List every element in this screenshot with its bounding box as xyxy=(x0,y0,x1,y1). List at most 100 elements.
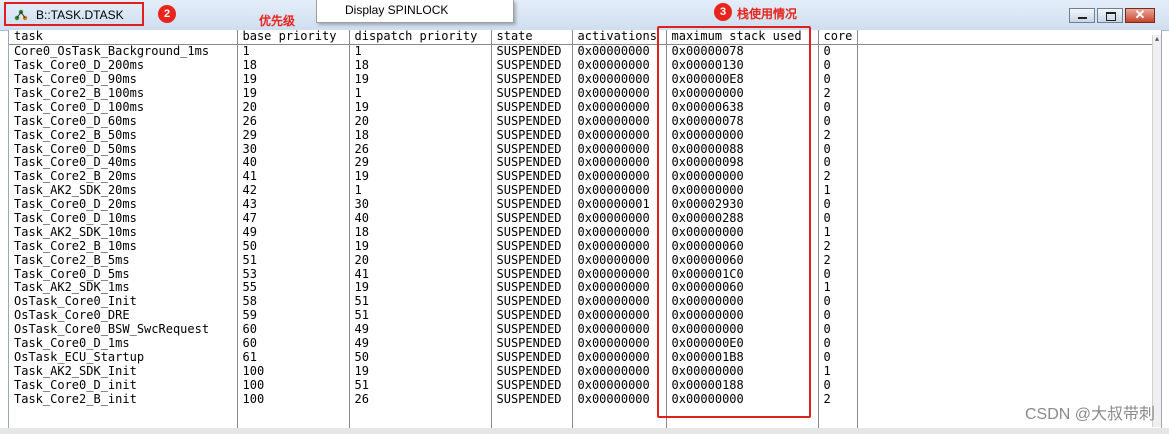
table-row[interactable]: Task_Core0_D_90ms 19 19 SUSPENDED 0x00000000… xyxy=(9,72,1154,87)
table-row[interactable]: Core0_OsTask_Background_1ms 1 1 SUSPENDED 0x… xyxy=(9,44,1154,59)
cell-state: SUSPENDED xyxy=(491,294,573,309)
cell-base-priority: 19 xyxy=(237,72,350,87)
table-row[interactable]: Task_Core2_B_100ms 19 1 SUSPENDED 0x00000000… xyxy=(9,86,1154,101)
cell-task: Task_Core0_D_40ms xyxy=(9,156,238,170)
cell-filler xyxy=(857,239,1154,253)
cell-core: 2 xyxy=(818,128,858,143)
cell-filler xyxy=(857,59,1154,73)
task-table-body: Core0_OsTask_Background_1ms 1 1 SUSPENDED 0x… xyxy=(9,44,1154,433)
table-row[interactable]: Task_Core0_D_1ms 60 49 SUSPENDED 0x00000000 0… xyxy=(9,336,1154,351)
bottom-border xyxy=(0,428,1169,434)
watermark: CSDN @大叔带刺 xyxy=(1024,406,1155,423)
cell-state: SUSPENDED xyxy=(491,364,573,379)
cell-dispatch-priority: 18 xyxy=(349,58,492,73)
table-row[interactable]: Task_Core0_D_20ms 43 30 SUSPENDED 0x00000001… xyxy=(9,197,1154,212)
column-header-task[interactable]: task xyxy=(9,30,238,45)
column-header-dispatch-priority[interactable]: dispatch priority xyxy=(349,30,492,45)
display-spinlock-menu-item[interactable]: Display SPINLOCK xyxy=(345,3,448,17)
cell-task: Task_Core0_D_10ms xyxy=(9,211,238,226)
window-title-bar[interactable]: B::TASK.DTASK 2 优先级 3 栈使用情况 ✕ xyxy=(0,0,1169,31)
table-row[interactable]: Task_AK2_SDK_Init 100 19 SUSPENDED 0x0000000… xyxy=(9,364,1154,379)
cell-activations: 0x00000000 xyxy=(572,267,667,282)
cell-core: 0 xyxy=(818,294,858,309)
cell-activations: 0x00000000 xyxy=(572,239,667,254)
cell-task: OsTask_Core0_BSW_SwcRequest xyxy=(9,322,238,337)
cell-core: 0 xyxy=(818,211,858,226)
table-row[interactable]: OsTask_Core0_Init 58 51 SUSPENDED 0x00000000… xyxy=(9,294,1154,309)
cell-task: Task_Core2_B_5ms xyxy=(9,253,238,268)
table-row[interactable]: Task_Core2_B_10ms 50 19 SUSPENDED 0x00000000… xyxy=(9,239,1154,254)
table-row[interactable]: Task_AK2_SDK_10ms 49 18 SUSPENDED 0x00000000… xyxy=(9,225,1154,240)
cell-state: SUSPENDED xyxy=(491,156,573,170)
cell-filler xyxy=(857,142,1154,156)
cell-base-priority: 41 xyxy=(237,169,350,184)
cell-base-priority: 26 xyxy=(237,114,350,129)
close-icon: ✕ xyxy=(1134,7,1146,22)
table-row[interactable]: Task_Core0_D_60ms 26 20 SUSPENDED 0x00000000… xyxy=(9,114,1154,129)
cell-base-priority: 47 xyxy=(237,211,350,226)
cell-state: SUSPENDED xyxy=(491,378,573,393)
cell-core: 1 xyxy=(818,183,858,198)
cell-state: SUSPENDED xyxy=(491,72,573,87)
cell-core: 0 xyxy=(818,58,858,73)
close-button[interactable]: ✕ xyxy=(1125,7,1155,23)
scroll-up-arrow-icon[interactable]: ▴ xyxy=(1153,35,1161,43)
cell-core: 0 xyxy=(818,142,858,157)
cell-activations: 0x00000000 xyxy=(572,378,667,393)
cell-dispatch-priority: 1 xyxy=(349,44,492,59)
minimize-button[interactable] xyxy=(1069,8,1095,23)
table-row[interactable]: Task_AK2_SDK_20ms 42 1 SUSPENDED 0x00000000 0… xyxy=(9,183,1154,198)
column-header-activations[interactable]: activations xyxy=(572,30,667,45)
cell-core: 2 xyxy=(818,392,858,407)
cell-state: SUSPENDED xyxy=(491,239,573,254)
cell-task: Task_AK2_SDK_Init xyxy=(9,364,238,379)
table-row[interactable]: Task_Core2_B_init 100 26 SUSPENDED 0x0000000… xyxy=(9,392,1154,407)
task-table: task base priority dispatch priority sta… xyxy=(9,30,1154,433)
table-row[interactable]: OsTask_ECU_Startup 61 50 SUSPENDED 0x0000000… xyxy=(9,350,1154,365)
table-row[interactable]: Task_Core0_D_50ms 30 26 SUSPENDED 0x00000000… xyxy=(9,142,1154,157)
cell-base-priority: 50 xyxy=(237,239,350,254)
column-header-core[interactable]: core xyxy=(818,30,858,45)
cell-filler xyxy=(857,100,1154,114)
maximize-icon xyxy=(1106,12,1116,21)
cell-task: Task_Core0_D_1ms xyxy=(9,336,238,351)
column-header-state[interactable]: state xyxy=(491,30,573,45)
column-header-base-priority[interactable]: base priority xyxy=(237,30,350,45)
cell-dispatch-priority: 1 xyxy=(349,86,492,101)
table-row[interactable]: Task_Core2_B_5ms 51 20 SUSPENDED 0x00000000 0… xyxy=(9,253,1154,268)
cell-state: SUSPENDED xyxy=(491,100,573,115)
maximize-button[interactable] xyxy=(1097,8,1123,23)
vertical-scrollbar[interactable]: ▴ xyxy=(1152,35,1161,427)
cell-task: Task_Core2_B_50ms xyxy=(9,128,238,143)
stack-usage-highlight xyxy=(657,26,811,418)
cell-activations: 0x00000000 xyxy=(572,350,667,365)
spinlock-menu-popup[interactable]: Display SPINLOCK xyxy=(316,0,514,23)
cell-task: Task_Core0_D_20ms xyxy=(9,197,238,212)
table-row[interactable]: Task_Core0_D_200ms 18 18 SUSPENDED 0x0000000… xyxy=(9,58,1154,73)
window-controls: ✕ xyxy=(1067,7,1155,25)
cell-activations: 0x00000000 xyxy=(572,44,667,59)
cell-state: SUSPENDED xyxy=(491,308,573,323)
cell-task: Task_Core0_D_50ms xyxy=(9,142,238,157)
table-row[interactable]: Task_Core0_D_40ms 40 29 SUSPENDED 0x00000000… xyxy=(9,156,1154,170)
table-row[interactable]: OsTask_Core0_BSW_SwcRequest 60 49 SUSPENDED… xyxy=(9,322,1154,337)
table-row[interactable]: Task_Core0_D_5ms 53 41 SUSPENDED 0x00000000 0… xyxy=(9,267,1154,282)
cell-state: SUSPENDED xyxy=(491,169,573,184)
table-row[interactable]: Task_Core2_B_50ms 29 18 SUSPENDED 0x00000000… xyxy=(9,128,1154,143)
cell-task: OsTask_Core0_Init xyxy=(9,294,238,309)
cell-activations: 0x00000000 xyxy=(572,294,667,309)
cell-task: Task_Core2_B_20ms xyxy=(9,169,238,184)
cell-state: SUSPENDED xyxy=(491,350,573,365)
window-title: B::TASK.DTASK xyxy=(36,8,124,22)
table-row[interactable]: Task_AK2_SDK_1ms 55 19 SUSPENDED 0x00000000 0… xyxy=(9,281,1154,295)
table-row[interactable]: Task_Core0_D_10ms 47 40 SUSPENDED 0x00000000… xyxy=(9,211,1154,226)
annotation-stack-note: 栈使用情况 xyxy=(737,7,798,21)
minimize-icon xyxy=(1078,17,1087,19)
table-row[interactable]: Task_Core0_D_100ms 20 19 SUSPENDED 0x0000000… xyxy=(9,100,1154,115)
cell-base-priority: 51 xyxy=(237,253,350,268)
table-row[interactable]: Task_Core2_B_20ms 41 19 SUSPENDED 0x00000000… xyxy=(9,169,1154,184)
table-row[interactable]: OsTask_Core0_DRE 59 51 SUSPENDED 0x00000000 0… xyxy=(9,308,1154,323)
cell-activations: 0x00000000 xyxy=(572,253,667,268)
table-row[interactable]: Task_Core0_D_init 100 51 SUSPENDED 0x0000000… xyxy=(9,378,1154,393)
cell-task: Task_AK2_SDK_10ms xyxy=(9,225,238,240)
